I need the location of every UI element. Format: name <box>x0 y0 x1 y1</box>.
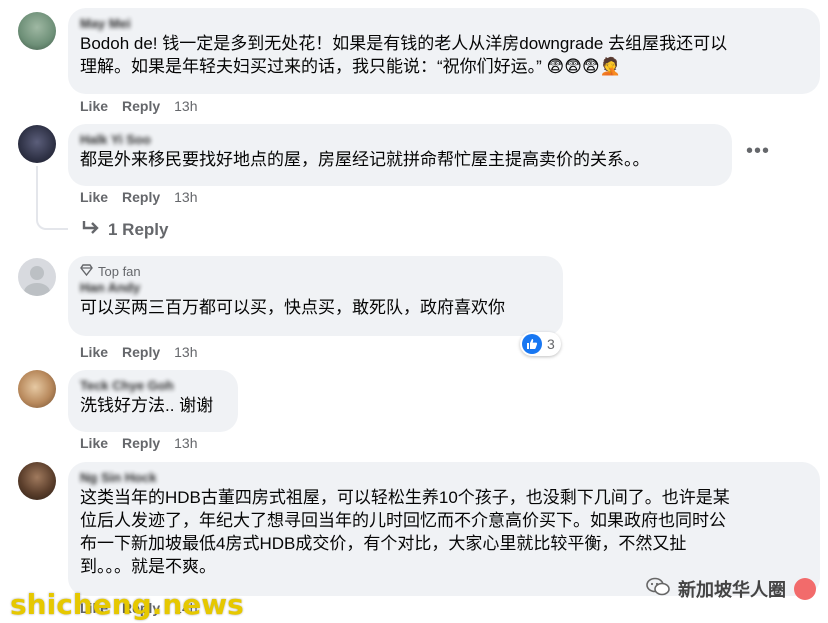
avatar[interactable] <box>18 125 56 163</box>
thumbs-up-icon <box>522 334 542 354</box>
comment-text-line: 到。。。就是不爽。 <box>80 557 216 576</box>
diamond-icon <box>80 264 93 280</box>
comment-text-line: 都是外来移民要找好地点的屋，房屋经记就拼命帮忙屋主提高卖价的关系。。 <box>80 150 650 169</box>
comment-text-line: 理解。如果是年轻夫妇买过来的话，我只能说：“祝你们好运。” <box>80 57 547 76</box>
like-button[interactable]: Like <box>80 189 108 205</box>
comment-text-line: 这类当年的HDB古董四房式祖屋，可以轻松生养10个孩子，也没剩下几间了。也许是某 <box>80 488 730 507</box>
comment-actions: Like Reply 13h <box>80 435 198 451</box>
comment-bubble: May Mei Bodoh de! 钱一定是多到无处花！如果是有钱的老人从洋房d… <box>68 8 820 94</box>
wechat-account-name: 新加坡华人圈 <box>678 580 786 600</box>
wechat-icon <box>646 577 670 602</box>
reply-button[interactable]: Reply <box>122 98 160 114</box>
comment-actions: Like Reply 13h <box>80 98 198 114</box>
emoji-reactions-inline: 😨😨😨🤦 <box>546 57 621 76</box>
site-watermark: shicheng.news <box>10 588 244 621</box>
comment-actions: Like Reply 13h <box>80 189 198 205</box>
view-replies-link[interactable]: 1 Reply <box>82 219 168 240</box>
badge-label: Top fan <box>98 264 141 279</box>
comment-author[interactable]: May Mei <box>80 16 808 32</box>
comment-text-line: 可以买两三百万都可以买，快点买，敢死队，政府喜欢你 <box>80 298 505 317</box>
reply-button[interactable]: Reply <box>122 435 160 451</box>
like-button[interactable]: Like <box>80 344 108 360</box>
avatar[interactable] <box>18 370 56 408</box>
comment-text-line: 位后人发迹了，年纪大了想寻回当年的儿时回忆而不介意高价买下。如果政府也同时公 <box>80 511 726 530</box>
timestamp[interactable]: 13h <box>174 344 197 360</box>
comment-bubble: Top fan Han Andy 可以买两三百万都可以买，快点买，敢死队，政府喜… <box>68 256 563 336</box>
avatar[interactable] <box>18 12 56 50</box>
timestamp[interactable]: 13h <box>174 98 197 114</box>
comment-text-line-wrap: 理解。如果是年轻夫妇买过来的话，我只能说：“祝你们好运。” 😨😨😨🤦 <box>80 55 808 78</box>
comment-bubble: Teck Chye Goh 洗钱好方法.. 谢谢 <box>68 370 238 432</box>
comment-text-line: 洗钱好方法.. 谢谢 <box>80 396 214 415</box>
timestamp[interactable]: 13h <box>174 435 197 451</box>
reply-arrow-icon <box>82 219 100 240</box>
reaction-summary[interactable]: 3 <box>520 332 561 356</box>
comment-author[interactable]: Han Andy <box>80 280 551 296</box>
cartoon-avatar-icon <box>794 578 816 600</box>
avatar[interactable] <box>18 462 56 500</box>
comment-bubble: Halk Yi Soo 都是外来移民要找好地点的屋，房屋经记就拼命帮忙屋主提高卖… <box>68 124 732 186</box>
like-button[interactable]: Like <box>80 98 108 114</box>
more-options-icon[interactable]: ••• <box>746 140 770 163</box>
comment-author[interactable]: Ng Sin Hock <box>80 470 808 486</box>
like-button[interactable]: Like <box>80 435 108 451</box>
thread-connector <box>36 166 68 230</box>
reply-button[interactable]: Reply <box>122 344 160 360</box>
comment-author[interactable]: Teck Chye Goh <box>80 378 226 394</box>
comment-author[interactable]: Halk Yi Soo <box>80 132 720 148</box>
comment-text-line: 布一下新加坡最低4房式HDB成交价，有个对比，大家心里就比较平衡，不然又扯 <box>80 534 687 553</box>
reply-button[interactable]: Reply <box>122 189 160 205</box>
avatar[interactable] <box>18 258 56 296</box>
top-fan-badge: Top fan <box>80 264 551 280</box>
replies-count-label: 1 Reply <box>108 219 169 239</box>
comment-actions: Like Reply 13h <box>80 344 198 360</box>
reaction-count: 3 <box>547 336 555 352</box>
comment-text-line: Bodoh de! 钱一定是多到无处花！如果是有钱的老人从洋房downgrade… <box>80 34 728 53</box>
timestamp[interactable]: 13h <box>174 189 197 205</box>
wechat-watermark: 新加坡华人圈 <box>646 576 816 602</box>
